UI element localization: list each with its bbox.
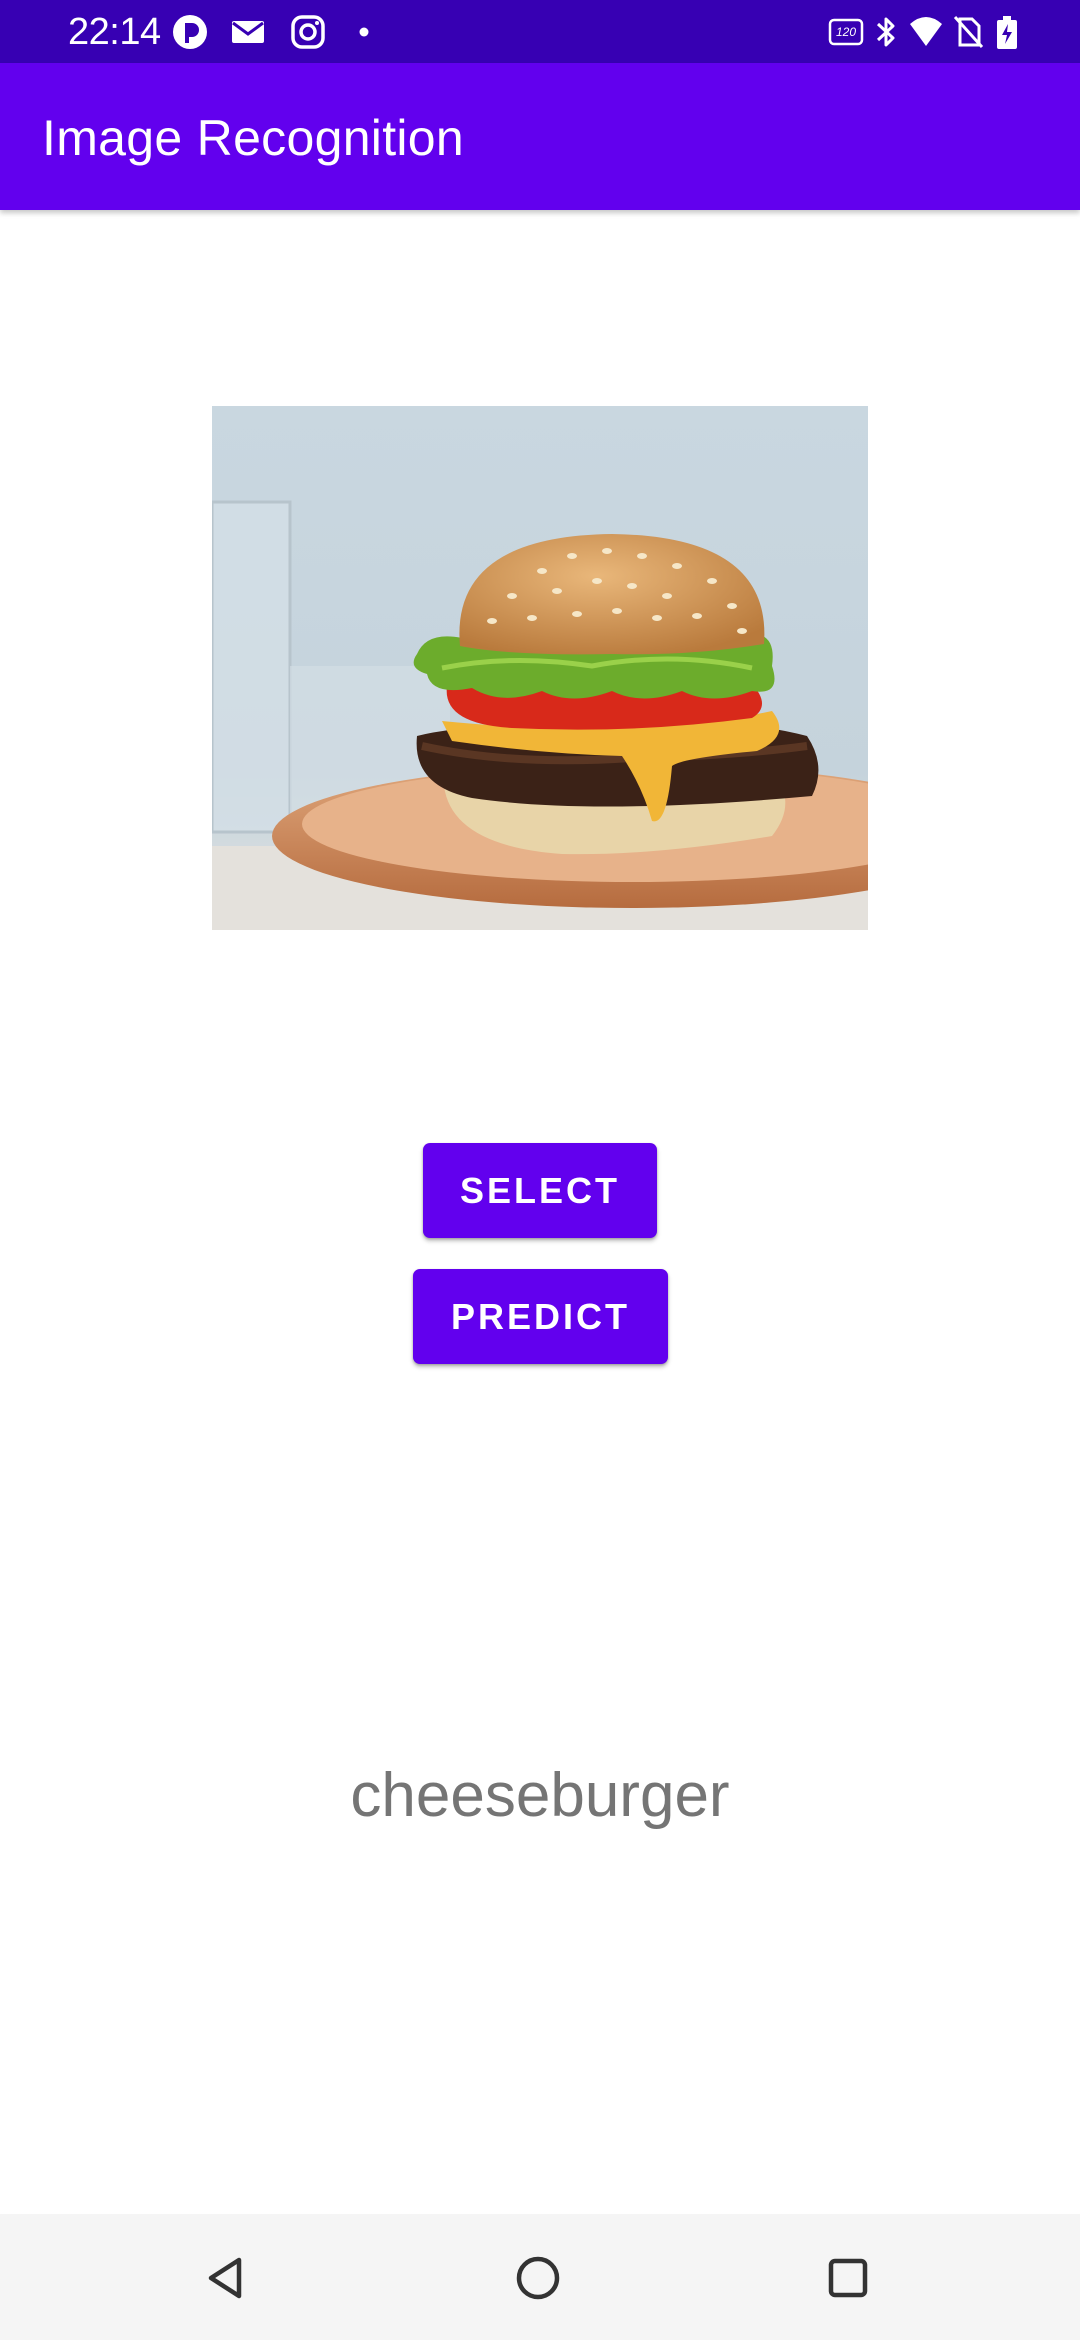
app-title: Image Recognition [42, 110, 465, 166]
recents-icon[interactable] [816, 2246, 880, 2310]
home-icon[interactable] [506, 2246, 570, 2310]
status-time: 22:14 [68, 11, 161, 53]
predict-button[interactable]: PREDICT [413, 1269, 668, 1364]
svg-text:120: 120 [836, 25, 856, 39]
mail-icon [232, 21, 264, 43]
status-system-icons: 120 [828, 14, 1028, 50]
dot-icon [359, 27, 369, 37]
instagram-icon [291, 15, 325, 49]
bluetooth-icon [876, 17, 895, 47]
select-button[interactable]: SELECT [423, 1143, 657, 1238]
cheeseburger-photo [212, 406, 868, 930]
status-bar: 22:14 120 [0, 0, 1080, 63]
back-icon[interactable] [195, 2246, 259, 2310]
app-bar: Image Recognition [0, 63, 1080, 210]
battery-charging-icon [997, 16, 1017, 49]
no-sim-icon [953, 15, 984, 49]
refresh-rate-120hz-icon: 120 [828, 18, 864, 46]
navigation-bar [0, 2214, 1080, 2340]
app-icon [173, 15, 207, 49]
prediction-result: cheeseburger [350, 1761, 730, 1830]
wifi-icon [910, 17, 942, 46]
